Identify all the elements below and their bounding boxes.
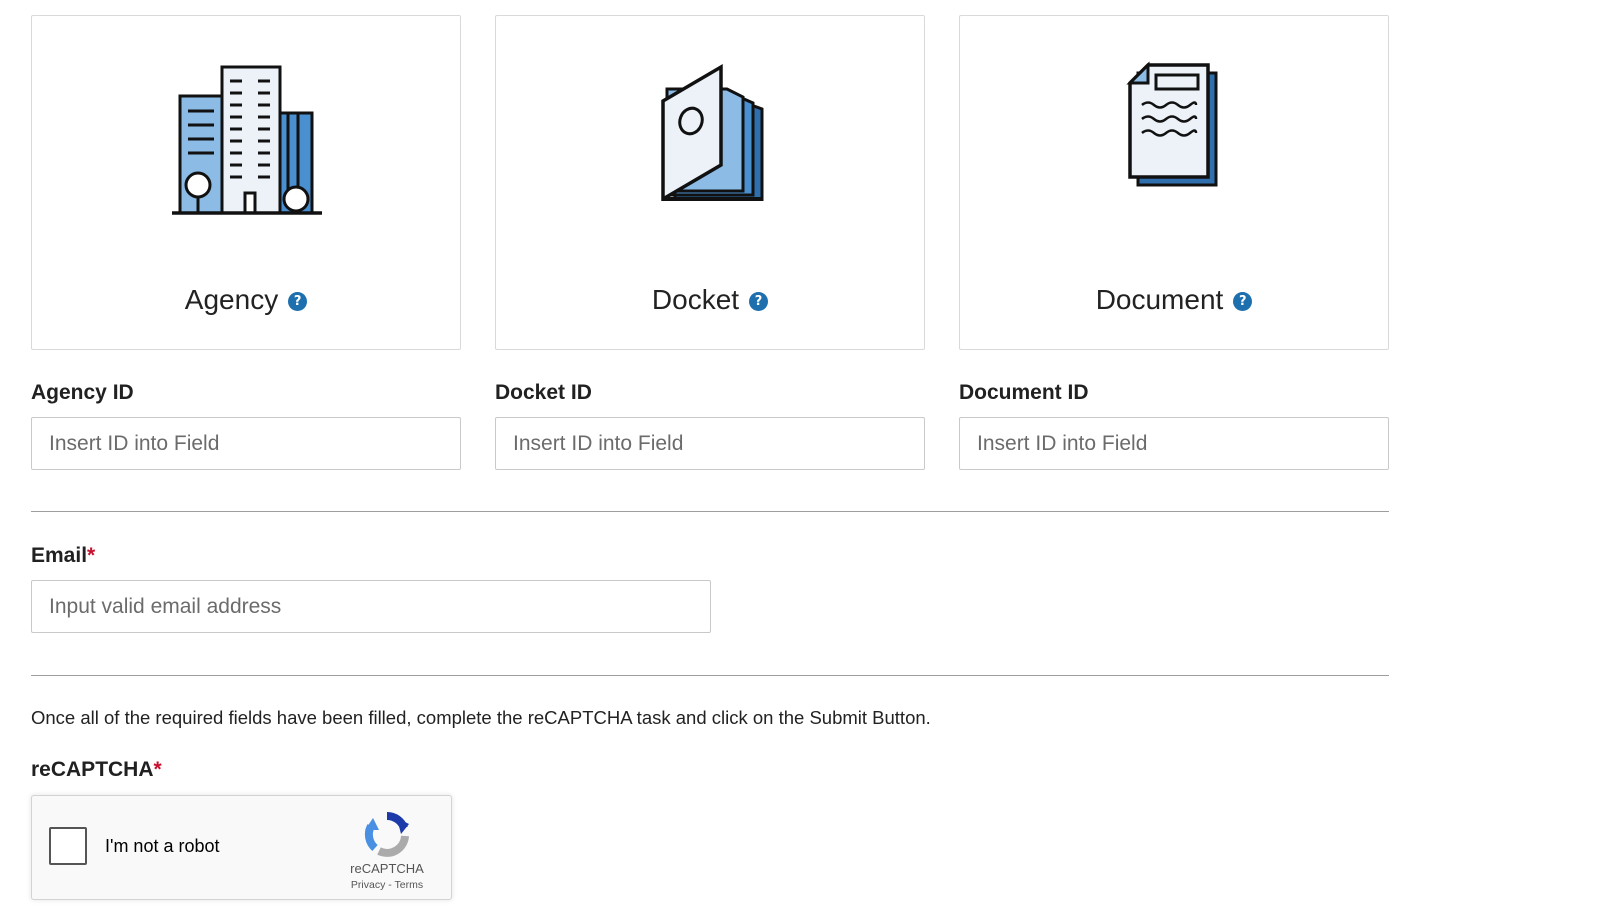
docket-id-input[interactable] xyxy=(495,417,925,470)
recaptcha-brand: reCAPTCHA xyxy=(350,861,424,876)
question-circle-icon[interactable]: ? xyxy=(1233,292,1253,311)
email-label-text: Email xyxy=(31,544,88,567)
question-circle-icon[interactable]: ? xyxy=(288,292,308,311)
email-group: Email* xyxy=(31,543,711,633)
building-icon xyxy=(32,61,460,231)
document-id-label: Document ID xyxy=(959,381,1089,404)
document-card-title: Document? xyxy=(960,284,1388,316)
docket-folders-icon xyxy=(496,61,924,231)
docket-id-label: Docket ID xyxy=(495,381,592,404)
required-marker: * xyxy=(153,758,162,781)
docket-card[interactable]: Docket? xyxy=(495,15,925,350)
document-card[interactable]: Document? xyxy=(959,15,1389,350)
docket-card-title: Docket? xyxy=(496,284,924,316)
recaptcha-checkbox-label: I'm not a robot xyxy=(105,836,220,856)
recaptcha-label-text: reCAPTCHA xyxy=(31,758,154,781)
email-input[interactable] xyxy=(31,580,711,633)
section-divider xyxy=(31,511,1389,512)
instructions-text: Once all of the required fields have bee… xyxy=(31,707,931,728)
email-label: Email* xyxy=(31,543,711,569)
search-type-cards: Agency? Docket? Document ? xyxy=(31,15,1397,350)
recaptcha-logo-icon xyxy=(364,811,409,857)
recaptcha-checkbox[interactable] xyxy=(49,827,87,865)
section-divider xyxy=(31,675,1389,676)
document-id-group: Document ID xyxy=(959,380,1389,470)
recaptcha-links: Privacy - Terms xyxy=(332,879,442,891)
docket-id-group: Docket ID xyxy=(495,380,925,470)
document-id-input[interactable] xyxy=(959,417,1389,470)
required-marker: * xyxy=(87,544,96,567)
terms-link[interactable]: Terms xyxy=(395,879,424,891)
agency-id-input[interactable] xyxy=(31,417,461,470)
recaptcha-group: reCAPTCHA* I'm not a robot reCAPTCHA Pri… xyxy=(31,757,452,900)
question-circle-icon[interactable]: ? xyxy=(749,292,769,311)
link-separator: - xyxy=(385,879,395,891)
recaptcha-widget: I'm not a robot reCAPTCHA Privacy - Term… xyxy=(31,795,452,900)
id-fields-row: Agency ID Docket ID Document ID xyxy=(31,380,1397,470)
agency-id-label: Agency ID xyxy=(31,381,134,404)
page: Agency? Docket? Document ? Agency ID Ins… xyxy=(0,0,1600,915)
document-card-label: Document xyxy=(1095,284,1224,315)
docket-card-label: Docket xyxy=(651,284,740,315)
agency-card-label: Agency xyxy=(184,284,279,315)
privacy-link[interactable]: Privacy xyxy=(351,879,385,891)
agency-card-title: Agency? xyxy=(32,284,460,316)
agency-card[interactable]: Agency? xyxy=(31,15,461,350)
recaptcha-label: reCAPTCHA* xyxy=(31,757,452,783)
document-pages-icon xyxy=(960,61,1388,231)
agency-id-group: Agency ID xyxy=(31,380,461,470)
